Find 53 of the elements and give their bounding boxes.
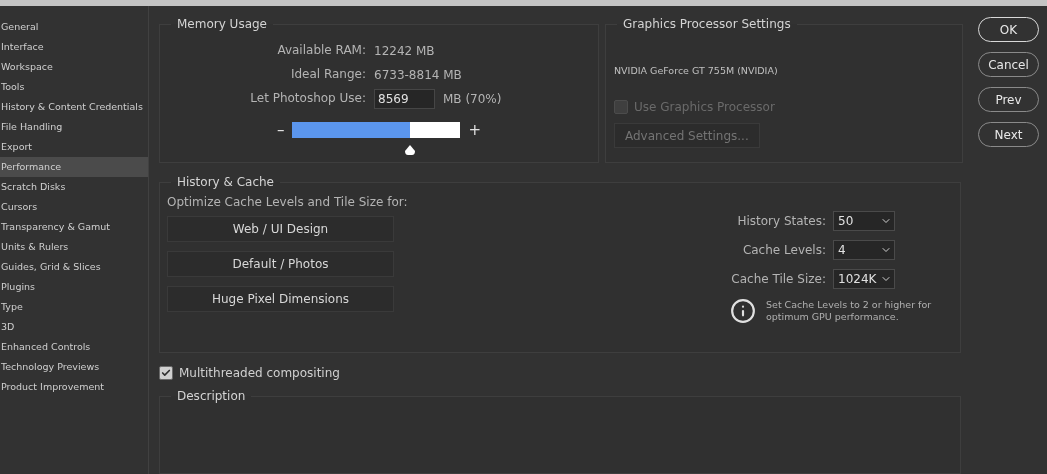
optimize-label: Optimize Cache Levels and Tile Size for:	[167, 195, 408, 209]
sidebar-item[interactable]: Export	[0, 137, 148, 157]
sidebar-item[interactable]: Interface	[0, 37, 148, 57]
field-value: 6733-8814 MB	[374, 67, 463, 82]
dialog-button[interactable]: Next	[978, 122, 1039, 147]
preset-button[interactable]: Huge Pixel Dimensions	[167, 286, 394, 312]
sidebar-item[interactable]: Units & Rulers	[0, 237, 148, 257]
sidebar-item[interactable]: Enhanced Controls	[0, 337, 148, 357]
group-title: Memory Usage	[176, 17, 268, 31]
group-title: History & Cache	[176, 175, 275, 189]
checkbox-label: Use Graphics Processor	[634, 100, 775, 114]
dropdown[interactable]: 1024K	[833, 269, 896, 289]
checkbox-label: Multithreaded compositing	[179, 366, 340, 380]
field-label: Cache Tile Size:	[730, 271, 826, 288]
field-label: History States:	[736, 213, 826, 230]
field-label: Let Photoshop Use:	[249, 90, 366, 107]
info-note: Set Cache Levels to 2 or higher for optimum GPU performance.	[766, 299, 933, 323]
sidebar-item[interactable]: Transparency & Gamut	[0, 217, 148, 237]
sidebar-item[interactable]: Plugins	[0, 277, 148, 297]
memory-input[interactable]: 8569	[374, 88, 435, 109]
sidebar-item[interactable]: Type	[0, 297, 148, 317]
dialog-button[interactable]: OK	[978, 17, 1039, 42]
preset-button[interactable]: Default / Photos	[167, 251, 394, 277]
field-label: Ideal Range:	[289, 66, 366, 83]
field-label: Cache Levels:	[741, 242, 826, 259]
dropdown[interactable]: 4	[833, 240, 896, 260]
dialog-button[interactable]: Prev	[978, 87, 1039, 112]
info-icon	[730, 298, 756, 324]
gpu-name: NVIDIA GeForce GT 755M (NVIDIA)	[614, 65, 778, 76]
sidebar-item[interactable]: Workspace	[0, 57, 148, 77]
sidebar-item[interactable]: History & Content Credentials	[0, 97, 148, 117]
preset-button[interactable]: Web / UI Design	[167, 216, 394, 242]
field-value: 12242 MB	[374, 43, 436, 58]
dialog-button[interactable]: Cancel	[978, 52, 1039, 77]
sidebar-item[interactable]: Scratch Disks	[0, 177, 148, 197]
sidebar-item[interactable]: File Handling	[0, 117, 148, 137]
sidebar-item[interactable]: Product Improvement	[0, 377, 148, 397]
sidebar-item[interactable]: General	[0, 17, 148, 37]
sidebar-item[interactable]: Performance	[0, 157, 148, 177]
group-title: Description	[176, 389, 247, 403]
field-label: Available RAM:	[276, 42, 366, 59]
unit-label: MB (70%)	[443, 91, 502, 106]
sidebar-item[interactable]: Guides, Grid & Slices	[0, 257, 148, 277]
increase-button[interactable]: +	[468, 122, 482, 138]
sidebar-item[interactable]: Cursors	[0, 197, 148, 217]
sidebar-item[interactable]: 3D	[0, 317, 148, 337]
group-title: Graphics Processor Settings	[622, 17, 792, 31]
checkbox[interactable]	[159, 366, 173, 380]
slider-thumb-icon[interactable]	[404, 145, 417, 155]
decrease-button[interactable]: –	[276, 122, 285, 138]
sidebar-item[interactable]: Tools	[0, 77, 148, 97]
dropdown[interactable]: 50	[833, 211, 896, 231]
sidebar-item[interactable]: Technology Previews	[0, 357, 148, 377]
